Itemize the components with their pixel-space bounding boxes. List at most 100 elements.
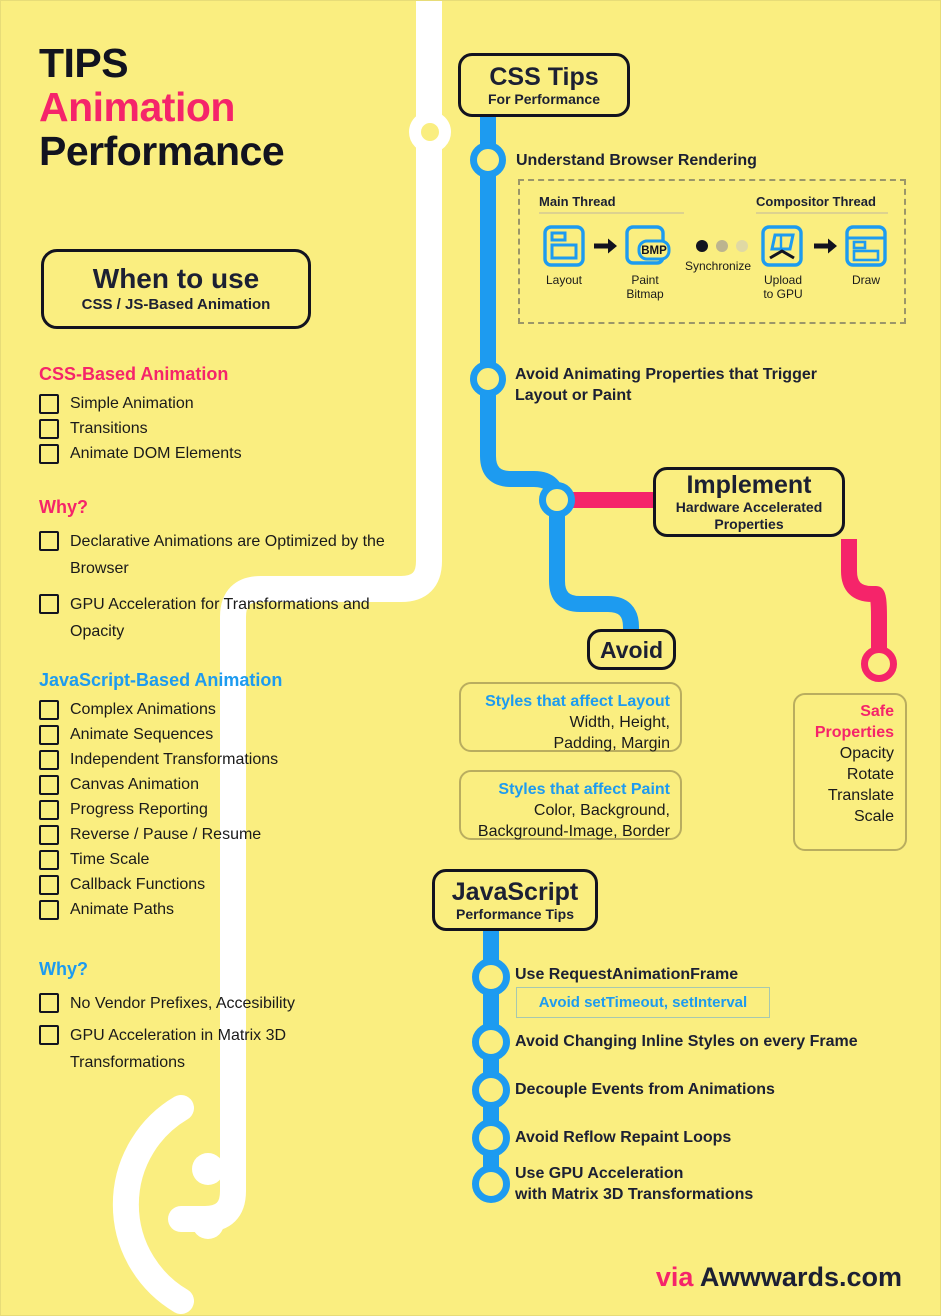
checkbox[interactable] [39,775,59,795]
headline-line-1: TIPS [39,40,129,86]
page-title: TIPS Animation Performance [39,41,419,173]
styles-affect-layout-line-1: Width, Height, [569,714,670,731]
css-node-1-label: Understand Browser Rendering [516,152,757,169]
javascript-tips-badge: JavaScript Performance Tips [432,869,598,931]
arrow-right-icon-2 [814,238,837,254]
list-item[interactable]: No Vendor Prefixes, Accesibility [39,990,389,1017]
checkbox[interactable] [39,419,59,439]
list-item[interactable]: Canvas Animation [39,774,399,796]
checkbox[interactable] [39,750,59,770]
checkbox[interactable] [39,700,59,720]
list-item-label: Animate Sequences [70,726,214,743]
safe-property-item: Translate [827,787,894,804]
styles-affect-paint-line-1: Color, Background, [533,802,670,819]
draw-caption: Draw [851,273,880,287]
css-why-checklist: Declarative Animations are Optimized by … [39,528,389,645]
list-item-label: Time Scale [70,851,150,868]
checkbox[interactable] [39,725,59,745]
checkbox[interactable] [39,594,59,614]
list-item-label: Complex Animations [70,701,216,718]
styles-affect-paint-box: Styles that affect Paint Color, Backgrou… [459,770,682,840]
list-item[interactable]: Simple Animation [39,393,399,415]
list-item[interactable]: Transitions [39,418,399,440]
footer-brand: Awwwards.com [699,1262,902,1292]
upload-gpu-caption: Upload to GPU [763,273,803,301]
list-item-label: Declarative Animations are Optimized by … [70,533,385,577]
list-item[interactable]: Animate Paths [39,899,399,921]
js-node-3-label: Decouple Events from Animations [515,1081,775,1098]
footer-credit: via Awwwards.com [656,1262,902,1293]
css-node-2-label: Avoid Animating Properties that Trigger … [515,366,817,404]
checkbox[interactable] [39,800,59,820]
paint-bitmap-caption: Paint Bitmap [626,273,664,301]
checkbox[interactable] [39,993,59,1013]
safe-property-item: Scale [853,808,894,825]
list-item-label: Animate Paths [70,901,175,918]
synchronize-label: Synchronize [685,259,752,273]
checkbox[interactable] [39,900,59,920]
headline-line-2: Animation [39,84,235,130]
when-to-use-badge: When to use CSS / JS-Based Animation [41,249,311,329]
layout-caption: Layout [545,273,583,287]
checkbox[interactable] [39,394,59,414]
styles-affect-paint-heading: Styles that affect Paint [498,781,670,798]
styles-affect-layout-box: Styles that affect Layout Width, Height,… [459,682,682,752]
implement-badge: Implement Hardware Accelerated Propertie… [653,467,845,537]
list-item[interactable]: Animate Sequences [39,724,399,746]
safe-properties-box: Safe Properties Opacity Rotate Translate… [793,693,907,851]
js-node-2-label: Avoid Changing Inline Styles on every Fr… [515,1033,858,1050]
css-based-heading: CSS-Based Animation [39,364,229,384]
upload-gpu-icon [761,225,803,267]
list-item[interactable]: Progress Reporting [39,799,399,821]
js-based-checklist: Complex Animations Animate Sequences Ind… [39,699,399,921]
checkbox[interactable] [39,531,59,551]
js-node-5[interactable] [472,1165,510,1203]
avoid-badge: Avoid [587,629,676,670]
list-item[interactable]: Time Scale [39,849,399,871]
list-item-label: Animate DOM Elements [70,445,242,462]
browser-rendering-diagram: Main Thread Compositor Thread Layout BMP… [518,179,906,324]
styles-affect-layout-heading: Styles that affect Layout [485,693,670,710]
draw-icon [845,225,887,267]
safe-property-item: Opacity [839,745,894,762]
list-item[interactable]: Complex Animations [39,699,399,721]
js-node-1[interactable] [472,958,510,996]
safe-property-item: Rotate [846,766,894,783]
list-item-label: Progress Reporting [70,801,208,818]
list-item[interactable]: GPU Acceleration in Matrix 3D Transforma… [39,1022,389,1076]
list-item[interactable]: Callback Functions [39,874,399,896]
list-item-label: Independent Transformations [70,751,279,768]
compositor-thread-label: Compositor Thread [756,194,888,214]
list-item[interactable]: Reverse / Pause / Resume [39,824,399,846]
safe-properties-heading-2: Properties [814,724,894,741]
list-item[interactable]: GPU Acceleration for Transformations and… [39,591,389,645]
checkbox[interactable] [39,825,59,845]
css-tips-subtitle: For Performance [487,90,601,107]
infographic-poster: TIPS Animation Performance When to use C… [0,0,941,1316]
css-based-checklist: Simple Animation Transitions Animate DOM… [39,393,399,465]
js-node-3[interactable] [472,1071,510,1109]
js-based-section: JavaScript-Based Animation Complex Anima… [39,669,399,924]
js-why-checklist: No Vendor Prefixes, Accesibility GPU Acc… [39,990,389,1076]
synchronize-dots-icon [696,240,748,252]
headline-line-3: Performance [39,128,285,174]
js-why-section: Why? No Vendor Prefixes, Accesibility GP… [39,958,389,1079]
checkbox[interactable] [39,444,59,464]
list-item[interactable]: Declarative Animations are Optimized by … [39,528,389,582]
list-item-label: GPU Acceleration in Matrix 3D Transforma… [70,1027,287,1071]
checkbox[interactable] [39,850,59,870]
main-thread-label: Main Thread [539,194,684,214]
list-item[interactable]: Independent Transformations [39,749,399,771]
when-to-use-title: When to use [92,263,260,294]
when-to-use-subtitle: CSS / JS-Based Animation [81,296,271,313]
safe-properties-heading-1: Safe [860,703,894,720]
checkbox[interactable] [39,875,59,895]
list-item[interactable]: Animate DOM Elements [39,443,399,465]
js-node-4[interactable] [472,1119,510,1157]
checkbox[interactable] [39,1025,59,1045]
avoid-settimeout-text: Avoid setTimeout, setInterval [538,994,748,1011]
arrow-right-icon-1 [594,238,617,254]
js-node-2[interactable] [472,1023,510,1061]
css-tips-badge: CSS Tips For Performance [458,53,630,117]
implement-subtitle-2: Properties [714,516,784,532]
